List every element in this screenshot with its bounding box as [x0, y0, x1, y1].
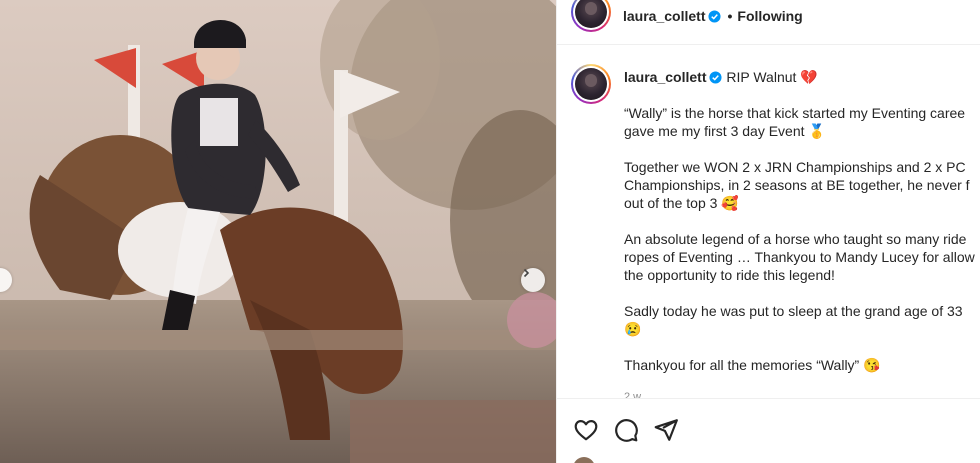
caption-line: gave me my first 3 day Event 🥇	[624, 123, 826, 139]
paper-plane-icon[interactable]	[653, 417, 679, 443]
caption-title-line: laura_collett RIP Walnut 💔	[624, 68, 980, 86]
post-side-panel: laura_collett • Following laura_collett …	[556, 0, 980, 463]
username-link[interactable]: laura_collett	[623, 8, 705, 24]
caption-paragraph: “Wally” is the horse that kick started m…	[624, 104, 980, 140]
action-bar	[557, 398, 980, 463]
caption-paragraph: An absolute legend of a horse who taught…	[624, 230, 980, 284]
verified-badge-icon	[708, 9, 722, 23]
following-button[interactable]: Following	[737, 8, 802, 24]
caption-line: Together we WON 2 x JRN Championships an…	[624, 159, 966, 175]
post-header: laura_collett • Following	[557, 0, 980, 45]
horse-jump-photo	[0, 0, 556, 463]
chevron-right-icon	[523, 268, 530, 278]
caption-line: 😢	[624, 321, 642, 337]
caption-title: RIP Walnut 💔	[726, 69, 818, 85]
avatar[interactable]	[571, 0, 611, 32]
verified-badge-icon	[709, 71, 723, 84]
caption-line: Thankyou for all the memories “Wally” 😘	[624, 357, 881, 373]
liked-by-avatar[interactable]	[573, 457, 595, 463]
caption-line: An absolute legend of a horse who taught…	[624, 231, 967, 247]
caption-paragraph: Together we WON 2 x JRN Championships an…	[624, 158, 980, 212]
caption-line: Sadly today he was put to sleep at the g…	[624, 303, 963, 319]
post-timestamp[interactable]: 2 w	[624, 391, 641, 398]
caption-line: “Wally” is the horse that kick started m…	[624, 105, 966, 121]
caption-area: laura_collett RIP Walnut 💔 “Wally” is th…	[557, 46, 980, 398]
caption-paragraph: Thankyou for all the memories “Wally” 😘	[624, 356, 980, 374]
heart-icon[interactable]	[573, 417, 599, 443]
caption-username-link[interactable]: laura_collett	[624, 69, 706, 85]
caption-line: out of the top 3 🥰	[624, 195, 739, 211]
caption-line: the opportunity to ride this legend!	[624, 267, 835, 283]
caption-avatar[interactable]	[571, 64, 611, 104]
separator-dot: •	[727, 8, 733, 24]
caption-line: ropes of Eventing … Thankyou to Mandy Lu…	[624, 249, 975, 265]
comment-icon[interactable]	[613, 417, 639, 443]
post-photo[interactable]	[0, 0, 556, 463]
caption-paragraph: Sadly today he was put to sleep at the g…	[624, 302, 980, 338]
carousel-next-button[interactable]	[521, 268, 545, 292]
header-name-row: laura_collett • Following	[623, 8, 803, 24]
caption-text: laura_collett RIP Walnut 💔 “Wally” is th…	[624, 68, 980, 392]
caption-line: Championships, in 2 seasons at BE togeth…	[624, 177, 970, 193]
